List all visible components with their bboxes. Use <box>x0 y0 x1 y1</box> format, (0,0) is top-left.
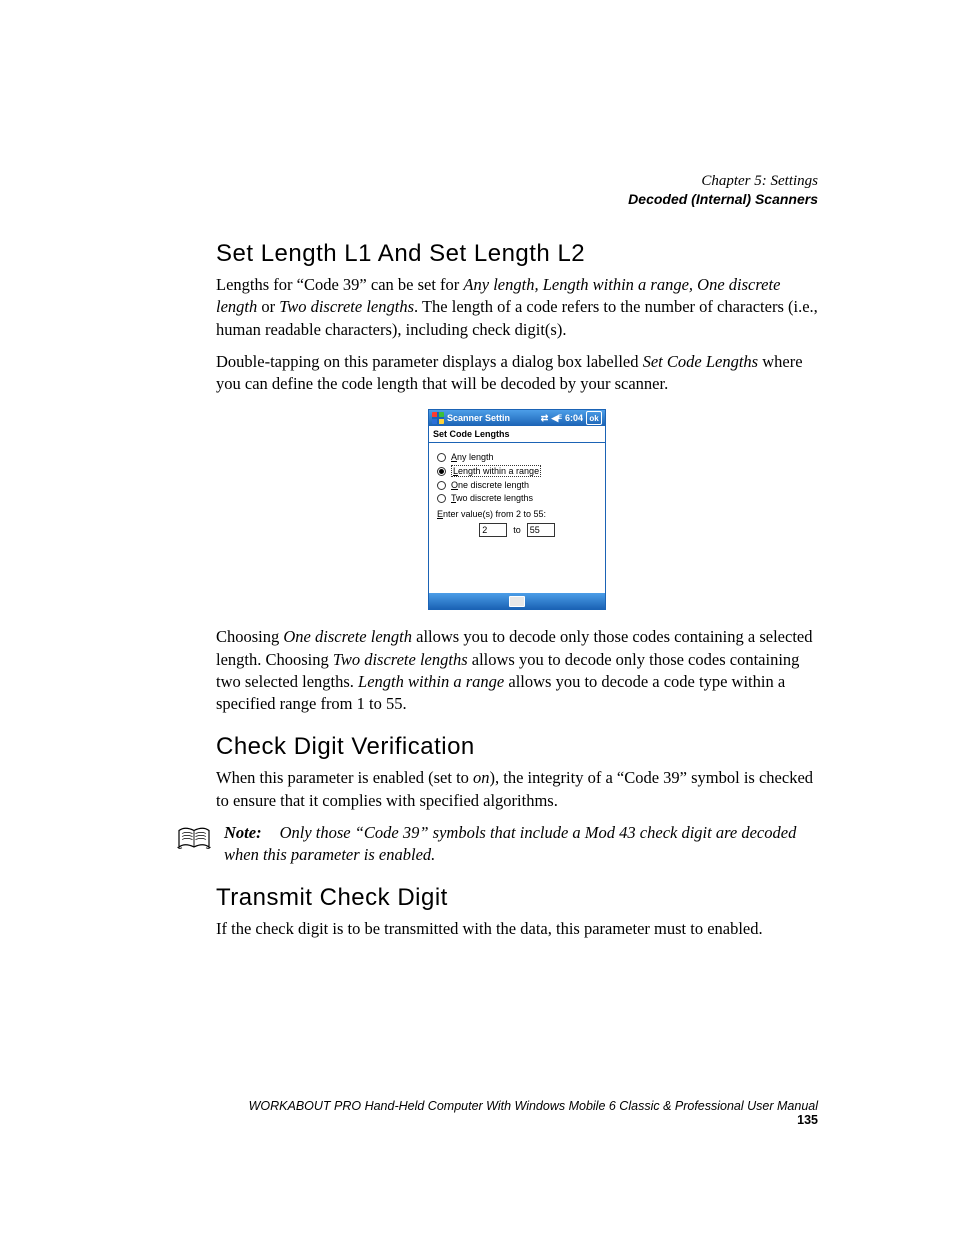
radio-icon <box>437 453 446 462</box>
radio-icon <box>437 467 446 476</box>
paragraph: If the check digit is to be transmitted … <box>216 918 818 940</box>
dialog-body: Any length Length within a range One dis… <box>429 443 605 593</box>
paragraph: When this parameter is enabled (set to o… <box>216 767 818 812</box>
running-header: Chapter 5: Settings Decoded (Internal) S… <box>628 172 818 208</box>
ok-button[interactable]: ok <box>586 411 602 425</box>
value-from-input[interactable] <box>479 523 507 537</box>
value-to-input[interactable] <box>527 523 555 537</box>
note-book-icon <box>176 824 212 857</box>
dialog-titlebar: Scanner Settin ⇄ ◀ᴱ 6:04 ok <box>429 410 605 426</box>
page-number: 135 <box>797 1113 818 1127</box>
enter-values-label: Enter value(s) from 2 to 55: <box>437 509 597 519</box>
heading-check-digit: Check Digit Verification <box>216 733 818 761</box>
paragraph: Lengths for “Code 39” can be set for Any… <box>216 274 818 341</box>
status-icons: ⇄ ◀ᴱ 6:04 ok <box>541 411 602 425</box>
figure-wrapper: Scanner Settin ⇄ ◀ᴱ 6:04 ok Set Code Len… <box>216 409 818 610</box>
radio-label: One discrete length <box>451 480 529 490</box>
heading-transmit-check-digit: Transmit Check Digit <box>216 884 818 912</box>
note-block: Note:Only those “Code 39” symbols that i… <box>176 822 818 867</box>
footer-text: WORKABOUT PRO Hand-Held Computer With Wi… <box>249 1099 818 1113</box>
note-label: Note: <box>224 823 262 842</box>
radio-label: Two discrete lengths <box>451 493 533 503</box>
dialog-footer <box>429 593 605 609</box>
radio-any-length[interactable]: Any length <box>437 452 597 462</box>
heading-set-length: Set Length L1 And Set Length L2 <box>216 240 818 268</box>
page-footer: WORKABOUT PRO Hand-Held Computer With Wi… <box>216 1099 818 1127</box>
clock-text: 6:04 <box>565 413 583 423</box>
volume-icon: ◀ᴱ <box>551 413 562 424</box>
paragraph: Double-tapping on this parameter display… <box>216 351 818 396</box>
note-text: Note:Only those “Code 39” symbols that i… <box>224 822 818 867</box>
section-label: Decoded (Internal) Scanners <box>628 191 818 209</box>
dialog-subtitle: Set Code Lengths <box>429 426 605 443</box>
value-inputs: to <box>437 523 597 537</box>
radio-icon <box>437 481 446 490</box>
radio-label: Length within a range <box>451 465 541 477</box>
radio-label: Any length <box>451 452 494 462</box>
dialog-window: Scanner Settin ⇄ ◀ᴱ 6:04 ok Set Code Len… <box>428 409 606 610</box>
radio-icon <box>437 494 446 503</box>
paragraph: Choosing One discrete length allows you … <box>216 626 818 715</box>
keyboard-icon[interactable] <box>509 596 525 607</box>
to-label: to <box>513 525 521 535</box>
chapter-label: Chapter 5: Settings <box>628 172 818 191</box>
connectivity-icon: ⇄ <box>541 413 549 424</box>
radio-two-discrete[interactable]: Two discrete lengths <box>437 493 597 503</box>
radio-one-discrete[interactable]: One discrete length <box>437 480 597 490</box>
radio-length-range[interactable]: Length within a range <box>437 465 597 477</box>
dialog-title: Scanner Settin <box>447 413 538 423</box>
start-flag-icon[interactable] <box>432 412 444 424</box>
